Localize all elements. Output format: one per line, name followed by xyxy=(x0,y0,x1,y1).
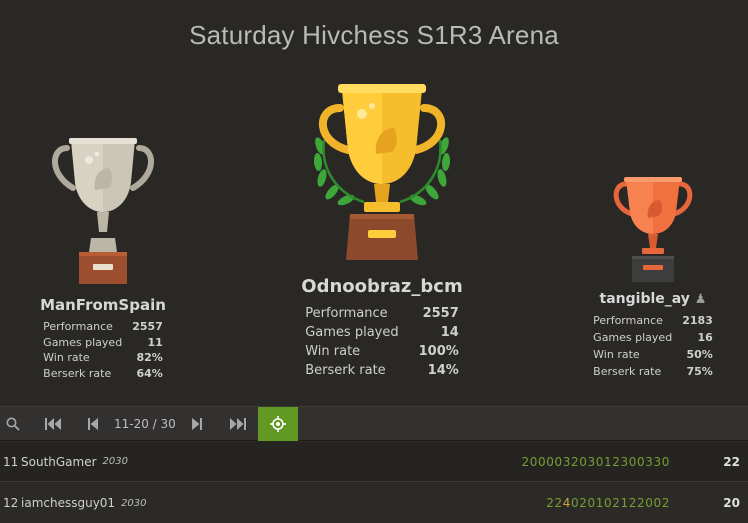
game-score-digit: 0 xyxy=(571,496,580,510)
stat-label: Performance xyxy=(305,306,388,321)
gold-trophy-icon xyxy=(298,80,466,266)
table-row[interactable]: 12 iamchessguy01 2030 224020102122002 20 xyxy=(0,483,748,523)
stats-table-first: Performance 2557 Games played 14 Win rate 1… xyxy=(305,304,459,380)
game-score-digit: 1 xyxy=(620,496,629,510)
game-score-digit: 0 xyxy=(653,496,662,510)
game-score-digit: 0 xyxy=(554,454,563,469)
silver-trophy-icon xyxy=(43,136,163,288)
game-score-digit: 2 xyxy=(612,454,621,469)
stat-label: Games played xyxy=(43,335,123,349)
player-rating: 2030 xyxy=(102,456,128,467)
podium-second: ManFromSpain Performance 2557 Games playe… xyxy=(28,136,178,381)
player-rating: 2030 xyxy=(121,497,147,509)
pawn-icon: ♟ xyxy=(694,292,707,307)
game-score-digit: 0 xyxy=(637,454,646,469)
stats-table-second: Performance 2557 Games played 11 Win rate 8… xyxy=(43,319,163,381)
stat-value: 2557 xyxy=(422,306,459,321)
game-score-digit: 2 xyxy=(571,454,580,469)
game-score-digit: 2 xyxy=(628,496,637,510)
player-name-third[interactable]: tangible_ay ♟ xyxy=(578,291,728,307)
game-score-digit: 3 xyxy=(653,454,662,469)
game-score-digit: 4 xyxy=(562,496,571,510)
player-name-third-text: tangible_ay xyxy=(599,291,690,307)
game-score-digit: 0 xyxy=(604,496,613,510)
game-score-digit: 3 xyxy=(562,454,571,469)
player-rank: 12 xyxy=(3,496,19,510)
player-score: 22 xyxy=(723,454,740,469)
prev-page-button[interactable] xyxy=(82,407,104,441)
game-score-digit: 2 xyxy=(579,496,588,510)
game-score-digit: 3 xyxy=(645,454,654,469)
game-score-digit: 0 xyxy=(538,454,547,469)
game-score-digit: 3 xyxy=(587,454,596,469)
game-score-digit: 2 xyxy=(637,496,646,510)
stat-label: Berserk rate xyxy=(305,363,386,378)
stat-label: Win rate xyxy=(305,344,361,359)
stat-value: 82% xyxy=(136,351,163,364)
stat-value: 2557 xyxy=(132,320,163,333)
search-icon xyxy=(6,417,20,431)
stat-value: 11 xyxy=(147,335,163,349)
player-name-first[interactable]: Odnoobraz_bcm xyxy=(282,276,482,297)
player-name-second[interactable]: ManFromSpain xyxy=(28,296,178,314)
first-page-button[interactable] xyxy=(40,407,66,441)
player-rank: 11 xyxy=(3,454,19,469)
game-score-digit: 2 xyxy=(546,496,555,510)
stat-label: Games played xyxy=(305,325,399,340)
stat-label: Performance xyxy=(593,314,663,327)
page-range: 11-20 / 30 xyxy=(114,417,176,431)
search-button[interactable] xyxy=(0,407,26,441)
game-score-digit: 0 xyxy=(661,454,670,469)
game-score-digit: 0 xyxy=(628,454,637,469)
stat-label: Games played xyxy=(593,331,673,344)
game-score-digit: 1 xyxy=(595,496,604,510)
game-score-digit: 1 xyxy=(604,454,613,469)
stat-value: 16 xyxy=(697,331,713,344)
stats-table-third: Performance 2183 Games played 16 Win rate 5… xyxy=(593,312,713,380)
locate-me-icon xyxy=(270,416,286,432)
game-score-digit: 0 xyxy=(595,454,604,469)
player-name[interactable]: SouthGamer xyxy=(21,455,97,469)
next-page-button[interactable] xyxy=(186,407,208,441)
game-score-digit: 2 xyxy=(661,496,670,510)
game-score-digit: 2 xyxy=(554,496,563,510)
game-score-digit: 0 xyxy=(529,454,538,469)
score-sheet: 200003203012300330 xyxy=(522,455,671,469)
last-page-button[interactable] xyxy=(224,407,252,441)
bronze-trophy-icon xyxy=(608,176,698,286)
game-score-digit: 0 xyxy=(546,454,555,469)
stat-value: 2183 xyxy=(682,314,713,327)
player-score: 20 xyxy=(723,496,740,510)
game-score-digit: 2 xyxy=(612,496,621,510)
stat-label: Win rate xyxy=(43,351,90,364)
pager-bar: 11-20 / 30 xyxy=(0,406,748,441)
last-page-icon xyxy=(230,418,246,430)
stat-label: Berserk rate xyxy=(593,365,662,378)
stat-label: Berserk rate xyxy=(43,366,112,380)
first-page-icon xyxy=(45,418,61,430)
game-score-digit: 0 xyxy=(579,454,588,469)
stat-label: Performance xyxy=(43,320,113,333)
prev-page-icon xyxy=(88,418,98,430)
stat-value: 14 xyxy=(440,325,459,340)
podium-third: tangible_ay ♟ Performance 2183 Games play… xyxy=(578,176,728,380)
table-row[interactable]: 11 SouthGamer 2030 200003203012300330 22 xyxy=(0,442,748,482)
score-sheet: 224020102122002 xyxy=(546,496,670,510)
game-score-digit: 2 xyxy=(521,454,530,469)
stat-value: 50% xyxy=(686,348,713,361)
tournament-title: Saturday Hivchess S1R3 Arena xyxy=(189,20,559,50)
stat-value: 14% xyxy=(427,363,459,378)
game-score-digit: 3 xyxy=(620,454,629,469)
podium-first: Odnoobraz_bcm Performance 2557 Games play… xyxy=(282,80,482,380)
stat-label: Win rate xyxy=(593,348,640,361)
game-score-digit: 0 xyxy=(645,496,654,510)
locate-me-button[interactable] xyxy=(258,407,298,441)
game-score-digit: 0 xyxy=(587,496,596,510)
player-name[interactable]: iamchessguy01 xyxy=(21,496,115,510)
stat-value: 75% xyxy=(686,365,713,378)
next-page-icon xyxy=(192,418,202,430)
stat-value: 100% xyxy=(418,344,459,359)
stat-value: 64% xyxy=(136,366,163,380)
